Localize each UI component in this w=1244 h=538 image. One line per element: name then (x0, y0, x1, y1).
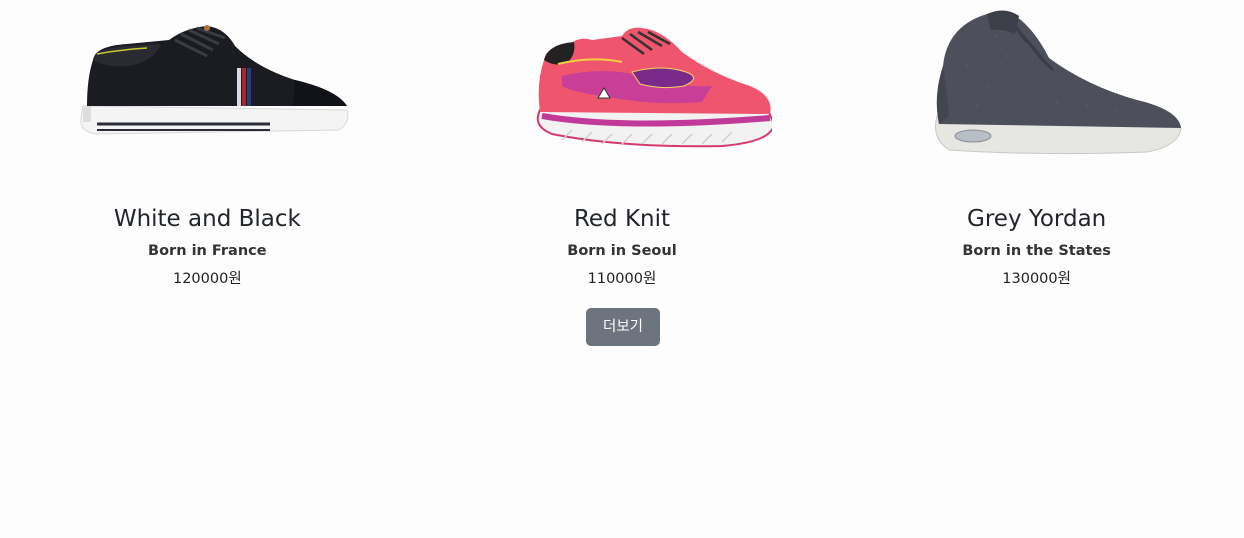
product-card-white-and-black: White and Black Born in France 120000원 (0, 0, 415, 300)
product-price: 110000원 (587, 271, 657, 287)
product-price: 120000원 (172, 271, 242, 287)
product-card-red-knit: Red Knit Born in Seoul 110000원 (415, 0, 830, 300)
product-row: White and Black Born in France 120000원 R… (0, 0, 1244, 300)
load-more-button[interactable]: 더보기 (586, 308, 660, 346)
product-page: White and Black Born in France 120000원 R… (0, 0, 1244, 538)
product-title: White and Black (113, 206, 301, 232)
black-sneaker-image (0, 6, 415, 186)
product-title: Red Knit (573, 206, 671, 232)
product-origin: Born in France (148, 243, 267, 259)
product-card-grey-yordan: Grey Yordan Born in the States 130000원 (829, 0, 1244, 300)
product-origin: Born in Seoul (567, 243, 677, 259)
grey-high-top-sneaker-image (829, 6, 1244, 186)
product-price: 130000원 (1002, 271, 1071, 287)
product-origin: Born in the States (962, 243, 1111, 259)
product-title: Grey Yordan (967, 206, 1107, 232)
pink-running-shoe-image (415, 6, 830, 186)
